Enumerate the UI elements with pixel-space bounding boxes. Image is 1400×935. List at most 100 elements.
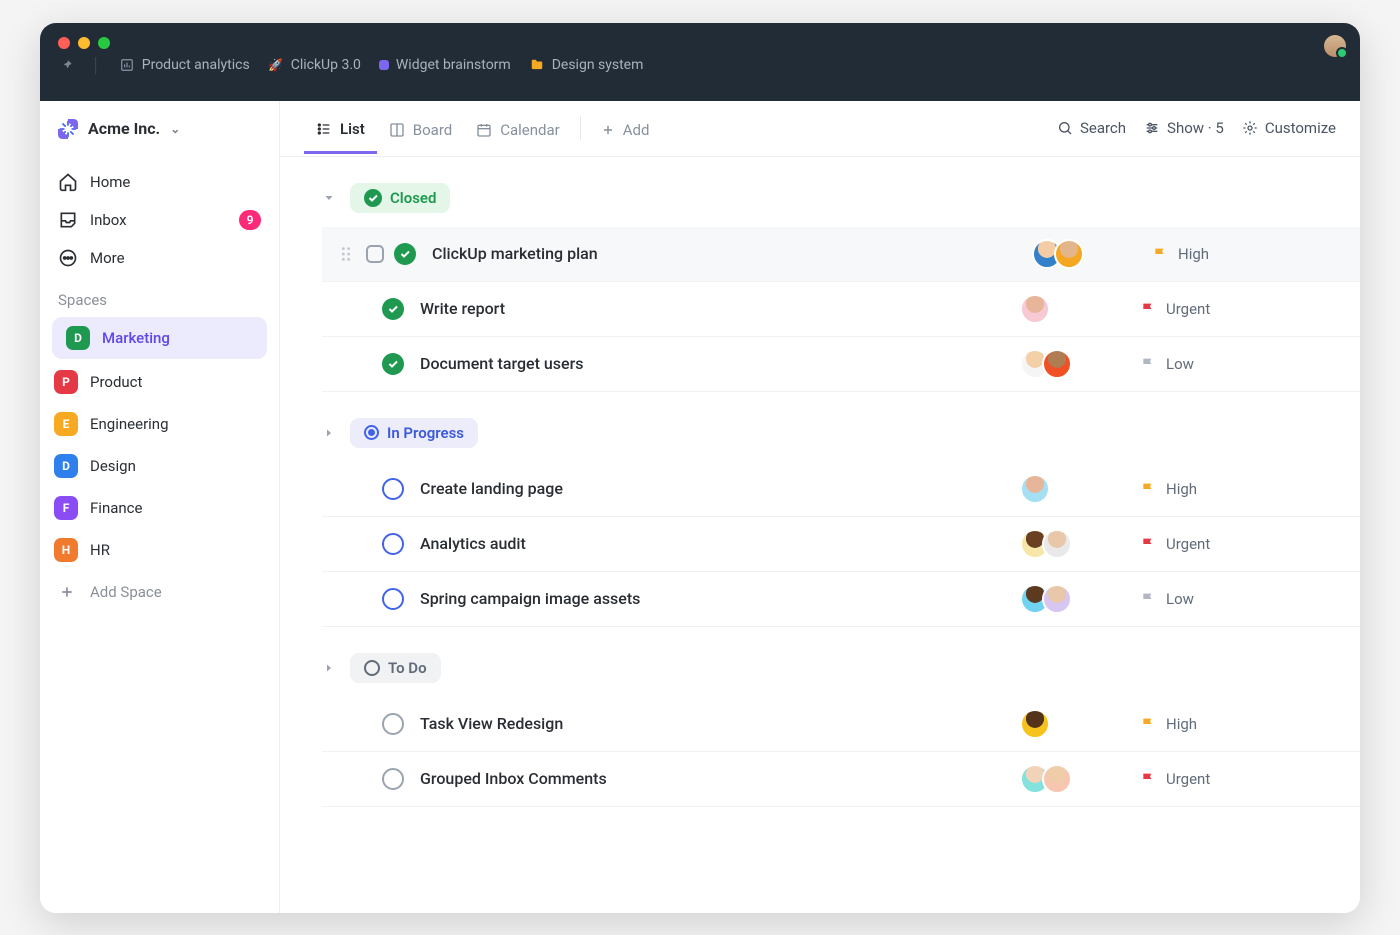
status-label: To Do — [388, 659, 427, 677]
chevron-down-icon[interactable] — [320, 192, 338, 204]
task-title: Task View Redesign — [420, 714, 1020, 733]
task-row[interactable]: Document target usersLow — [322, 336, 1360, 391]
status-todo-icon[interactable] — [382, 768, 404, 790]
add-space-button[interactable]: Add Space — [40, 571, 279, 613]
status-done-icon[interactable] — [382, 353, 404, 375]
view-calendar[interactable]: Calendar — [464, 104, 572, 152]
task-row[interactable]: Create landing pageHigh — [322, 462, 1360, 516]
sidebar-space-engineering[interactable]: EEngineering — [40, 403, 279, 445]
app-window: │ Product analytics 🚀 ClickUp 3.0 Widget… — [40, 23, 1360, 913]
flag-icon — [1140, 301, 1156, 317]
assignee-avatar[interactable] — [1020, 294, 1050, 324]
show-filters[interactable]: Show · 5 — [1144, 119, 1224, 137]
status-progress-icon[interactable] — [382, 533, 404, 555]
task-row[interactable]: Grouped Inbox CommentsUrgent — [322, 751, 1360, 806]
view-toolbar: List Board Calendar Add — [280, 101, 1360, 157]
sidebar-space-finance[interactable]: FFinance — [40, 487, 279, 529]
inbox-badge: 9 — [239, 210, 261, 230]
status-todo-icon[interactable] — [382, 713, 404, 735]
sidebar-space-design[interactable]: DDesign — [40, 445, 279, 487]
chevron-right-icon[interactable] — [320, 662, 338, 674]
nav-more[interactable]: More — [40, 239, 279, 277]
status-group: In ProgressCreate landing pageHighAnalyt… — [280, 410, 1360, 627]
maximize-window[interactable] — [98, 37, 110, 49]
user-avatar[interactable] — [1324, 35, 1346, 57]
assignees — [1020, 294, 1140, 324]
status-done-icon[interactable] — [394, 243, 416, 265]
workspace-name: Acme Inc. — [88, 119, 160, 138]
assignee-avatar[interactable] — [1042, 764, 1072, 794]
board-icon — [389, 122, 405, 138]
space-icon: P — [54, 370, 78, 394]
workspace-switcher[interactable]: Acme Inc. ⌄ — [40, 107, 279, 151]
task-row[interactable]: Task View Redesign High — [322, 697, 1360, 751]
add-view[interactable]: Add — [589, 104, 662, 152]
task-row[interactable]: Analytics audit Urgent — [322, 516, 1360, 571]
status-pill[interactable]: To Do — [350, 653, 441, 683]
status-pill[interactable]: Closed — [350, 183, 450, 213]
square-icon — [379, 60, 389, 70]
priority-label: Urgent — [1166, 770, 1210, 788]
plus-icon — [56, 581, 78, 603]
view-board[interactable]: Board — [377, 104, 464, 152]
chevron-right-icon[interactable] — [320, 427, 338, 439]
status-progress-icon[interactable] — [382, 478, 404, 500]
view-list[interactable]: List — [304, 103, 377, 154]
clickup-logo-icon — [58, 119, 78, 139]
assignee-avatar[interactable] — [1020, 474, 1050, 504]
tab-widget-brainstorm[interactable]: Widget brainstorm — [379, 57, 511, 73]
status-pill[interactable]: In Progress — [350, 418, 478, 448]
status-label: Closed — [390, 189, 436, 207]
sidebar-space-product[interactable]: PProduct — [40, 361, 279, 403]
group-header: To Do — [280, 645, 1360, 691]
priority[interactable]: High — [1140, 480, 1270, 498]
group-header: Closed — [280, 175, 1360, 221]
check-icon — [364, 189, 382, 207]
sidebar: Acme Inc. ⌄ Home Inbox 9 — [40, 101, 280, 913]
nav-inbox[interactable]: Inbox 9 — [40, 201, 279, 239]
priority[interactable]: Low — [1140, 590, 1270, 608]
sidebar-space-hr[interactable]: HHR — [40, 529, 279, 571]
task-row[interactable]: Write reportUrgent — [322, 281, 1360, 336]
space-icon: E — [54, 412, 78, 436]
task-row[interactable]: Spring campaign image assetsLow — [322, 571, 1360, 626]
search-button[interactable]: Search — [1057, 119, 1126, 137]
main-content: List Board Calendar Add — [280, 101, 1360, 913]
priority[interactable]: High — [1152, 245, 1282, 263]
assignee-avatar[interactable] — [1042, 349, 1072, 379]
close-window[interactable] — [58, 37, 70, 49]
status-progress-icon[interactable] — [382, 588, 404, 610]
tab-clickup-3[interactable]: 🚀 ClickUp 3.0 — [268, 57, 361, 73]
titlebar: │ Product analytics 🚀 ClickUp 3.0 Widget… — [40, 23, 1360, 101]
add-space-label: Add Space — [90, 583, 162, 601]
priority[interactable]: Urgent — [1140, 300, 1270, 318]
priority[interactable]: High — [1140, 715, 1270, 733]
priority[interactable]: Low — [1140, 355, 1270, 373]
space-icon: H — [54, 538, 78, 562]
task-checkbox[interactable] — [366, 245, 384, 263]
customize-button[interactable]: Customize — [1242, 119, 1336, 137]
assignees — [1020, 349, 1140, 379]
sidebar-space-marketing[interactable]: DMarketing — [52, 317, 267, 359]
tab-product-analytics[interactable]: Product analytics — [119, 57, 250, 73]
task-title: Analytics audit — [420, 534, 1020, 553]
group-header: In Progress — [280, 410, 1360, 456]
flag-icon — [1140, 356, 1156, 372]
assignee-avatar[interactable] — [1054, 239, 1084, 269]
chevron-down-icon: ⌄ — [170, 122, 180, 136]
sliders-icon — [1144, 120, 1160, 136]
assignee-avatar[interactable] — [1020, 709, 1050, 739]
nav-home[interactable]: Home — [40, 163, 279, 201]
assignee-avatar[interactable] — [1042, 529, 1072, 559]
priority[interactable]: Urgent — [1140, 770, 1270, 788]
priority[interactable]: Urgent — [1140, 535, 1270, 553]
task-row[interactable]: ClickUp marketing planHigh — [322, 227, 1360, 281]
minimize-window[interactable] — [78, 37, 90, 49]
tab-design-system[interactable]: Design system — [529, 57, 644, 73]
status-done-icon[interactable] — [382, 298, 404, 320]
pin-icon[interactable] — [60, 58, 74, 72]
assignee-avatar[interactable] — [1042, 584, 1072, 614]
priority-label: High — [1166, 715, 1197, 733]
flag-icon — [1140, 771, 1156, 787]
drag-handle-icon[interactable] — [340, 246, 358, 262]
